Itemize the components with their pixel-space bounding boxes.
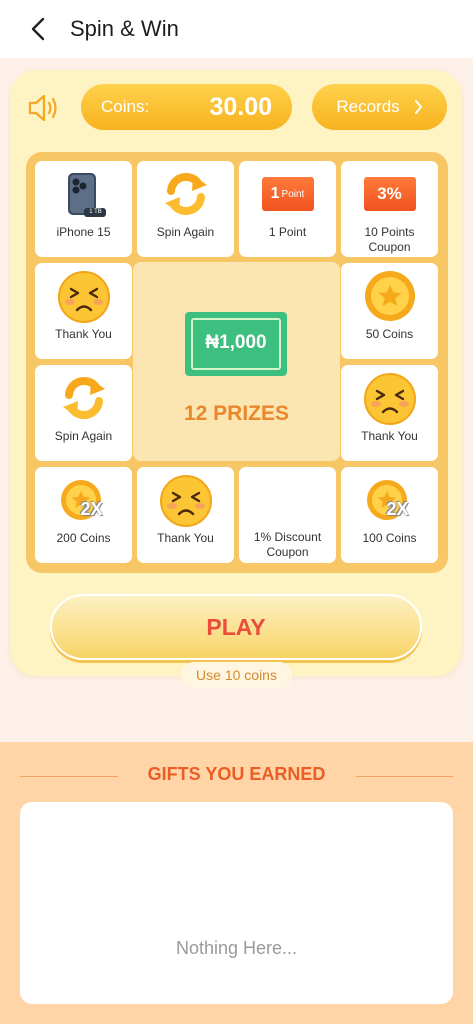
sound-button[interactable] <box>26 90 62 126</box>
play-label: PLAY <box>206 613 266 640</box>
cash-prize-amount: ₦1,000 <box>205 332 267 353</box>
prize-center-panel: ₦1,000 12 PRIZES <box>133 262 340 461</box>
cash-prize-icon: ₦1,000 <box>185 312 287 376</box>
play-button[interactable]: PLAY <box>50 594 422 660</box>
multiplier-badge: 2X <box>386 499 409 519</box>
prize-label: 1 Point <box>268 225 307 239</box>
iphone-badge: 1 TB <box>89 209 102 215</box>
spin-again-icon <box>59 373 109 428</box>
prize-cell-50-coins[interactable]: 50 Coins <box>341 263 438 359</box>
prize-label: 50 Coins <box>365 327 414 341</box>
records-button[interactable]: Records <box>312 84 447 130</box>
coins-label: Coins: <box>101 97 150 116</box>
prize-cell-100-coins[interactable]: 2X 100 Coins <box>341 467 438 563</box>
prize-cell-thank-you[interactable]: Thank You <box>35 263 132 359</box>
prize-label: 10 Points Coupon <box>364 225 415 254</box>
prize-cell-200-coins[interactable]: 2X 200 Coins <box>35 467 132 563</box>
multiplier-badge: 2X <box>80 499 103 519</box>
play-cost: Use 10 coins <box>181 662 292 688</box>
speaker-icon <box>28 94 57 122</box>
prize-label: Thank You <box>157 531 214 545</box>
prize-cell-discount-coupon[interactable]: 1% Discount Coupon <box>239 467 336 563</box>
prize-cell-10-points-coupon[interactable]: 3% 10 Points Coupon <box>341 161 438 257</box>
coupon-percent: 3% <box>363 177 416 211</box>
chevron-left-icon <box>31 17 45 41</box>
prize-label: iPhone 15 <box>56 225 111 239</box>
double-coin-icon: 2X <box>365 479 415 528</box>
double-coin-icon: 2X <box>59 479 109 528</box>
prize-label: Spin Again <box>156 225 215 239</box>
coins-balance: Coins: 30.00 <box>81 84 292 130</box>
gifts-title: GIFTS YOU EARNED <box>147 764 326 784</box>
gifts-list: Nothing Here... <box>20 802 453 1004</box>
prize-label: Spin Again <box>54 429 113 443</box>
prize-label: Thank You <box>361 429 418 443</box>
spin-again-icon <box>161 169 211 224</box>
page-title: Spin & Win <box>70 16 179 41</box>
sad-face-icon <box>159 474 213 533</box>
prizes-count: 12 PRIZES <box>183 402 290 425</box>
records-label: Records <box>336 97 400 116</box>
percent-coupon-icon: 3% <box>363 177 416 211</box>
coins-value: 30.00 <box>209 93 272 121</box>
prize-label: Thank You <box>55 327 112 341</box>
prize-cell-iphone[interactable]: 1 TB iPhone 15 <box>35 161 132 257</box>
sad-face-icon <box>57 270 111 329</box>
coupon-text: Point <box>281 188 305 200</box>
gifts-section: GIFTS YOU EARNED Nothing Here... <box>0 742 473 1024</box>
sad-face-icon <box>363 372 417 431</box>
prize-cell-spin-again[interactable]: Spin Again <box>137 161 234 257</box>
chevron-right-icon <box>414 100 422 114</box>
back-button[interactable] <box>24 14 52 44</box>
iphone-icon: 1 TB <box>60 171 108 224</box>
prize-cell-thank-you[interactable]: Thank You <box>341 365 438 461</box>
point-coupon-icon: 1 Point <box>261 177 314 211</box>
gifts-empty-state: Nothing Here... <box>175 938 298 958</box>
prize-label: 1% Discount Coupon <box>253 530 322 559</box>
prize-cell-spin-again[interactable]: Spin Again <box>35 365 132 461</box>
top-bar: Spin & Win <box>0 0 473 58</box>
prize-cell-thank-you[interactable]: Thank You <box>137 467 234 563</box>
prize-label: 200 Coins <box>56 531 111 545</box>
prize-cell-1-point[interactable]: 1 Point 1 Point <box>239 161 336 257</box>
coin-icon <box>363 269 417 328</box>
coupon-number: 1 <box>270 185 280 202</box>
prize-label: 100 Coins <box>362 531 417 545</box>
